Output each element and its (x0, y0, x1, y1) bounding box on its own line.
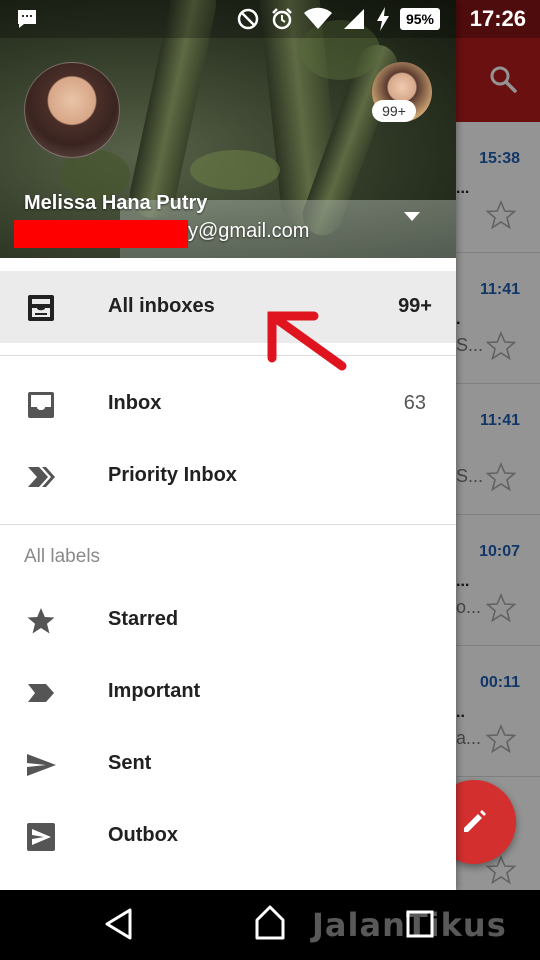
status-time: 17:26 (469, 6, 526, 31)
inbox-icon (28, 392, 54, 418)
pencil-icon (464, 810, 486, 832)
unread-count: 99+ (398, 295, 432, 317)
nav-label: All inboxes (108, 295, 215, 317)
nav-label: Outbox (108, 824, 178, 846)
nav-label: Starred (108, 608, 179, 630)
navigation-drawer: 99+ Melissa Hana Putry y@gmail.com All i… (0, 0, 456, 890)
important-icon (28, 684, 54, 702)
nav-label: Inbox (108, 392, 162, 414)
recent-apps-icon[interactable] (404, 908, 436, 940)
account-name: Melissa Hana Putry (24, 192, 208, 214)
dropdown-arrow-icon[interactable] (402, 208, 422, 224)
notification-icon (18, 10, 36, 28)
nav-item-starred[interactable]: Starred (0, 584, 456, 656)
account-avatar[interactable] (24, 62, 120, 158)
home-icon[interactable] (254, 902, 286, 942)
divider (0, 355, 456, 356)
nav-item-all-inboxes[interactable]: All inboxes 99+ (0, 271, 456, 343)
nav-label: Important (108, 680, 201, 702)
do-not-disturb-icon (237, 8, 259, 30)
signal-icon (344, 9, 364, 29)
divider (0, 524, 456, 525)
wifi-icon (304, 7, 332, 29)
unread-count: 63 (403, 392, 426, 414)
section-header: All labels (24, 546, 101, 567)
nav-label: Sent (108, 752, 152, 774)
send-icon (27, 754, 56, 776)
account-header: 99+ Melissa Hana Putry y@gmail.com (0, 0, 456, 258)
priority-inbox-icon (28, 467, 55, 487)
nav-label: Priority Inbox (108, 464, 237, 486)
back-icon[interactable] (104, 908, 134, 940)
nav-item-sent[interactable]: Sent (0, 728, 456, 800)
annotation-arrow-icon (267, 311, 347, 371)
star-icon (27, 608, 55, 634)
status-bar: 95% 17:26 (0, 0, 540, 38)
nav-item-important[interactable]: Important (0, 656, 456, 728)
all-inboxes-icon (28, 295, 54, 321)
nav-item-outbox[interactable]: Outbox (0, 800, 456, 872)
nav-item-priority-inbox[interactable]: Priority Inbox (0, 440, 456, 512)
outbox-icon (27, 823, 55, 851)
battery-indicator: 95% (400, 8, 440, 30)
alarm-icon (272, 8, 292, 30)
redaction-bar (14, 220, 188, 248)
nav-item-inbox[interactable]: Inbox 63 (0, 368, 456, 440)
account-email: y@gmail.com (188, 220, 310, 242)
system-navigation-bar: JalanTikus (0, 890, 540, 960)
charging-icon (377, 7, 389, 31)
secondary-account-badge: 99+ (372, 100, 416, 122)
